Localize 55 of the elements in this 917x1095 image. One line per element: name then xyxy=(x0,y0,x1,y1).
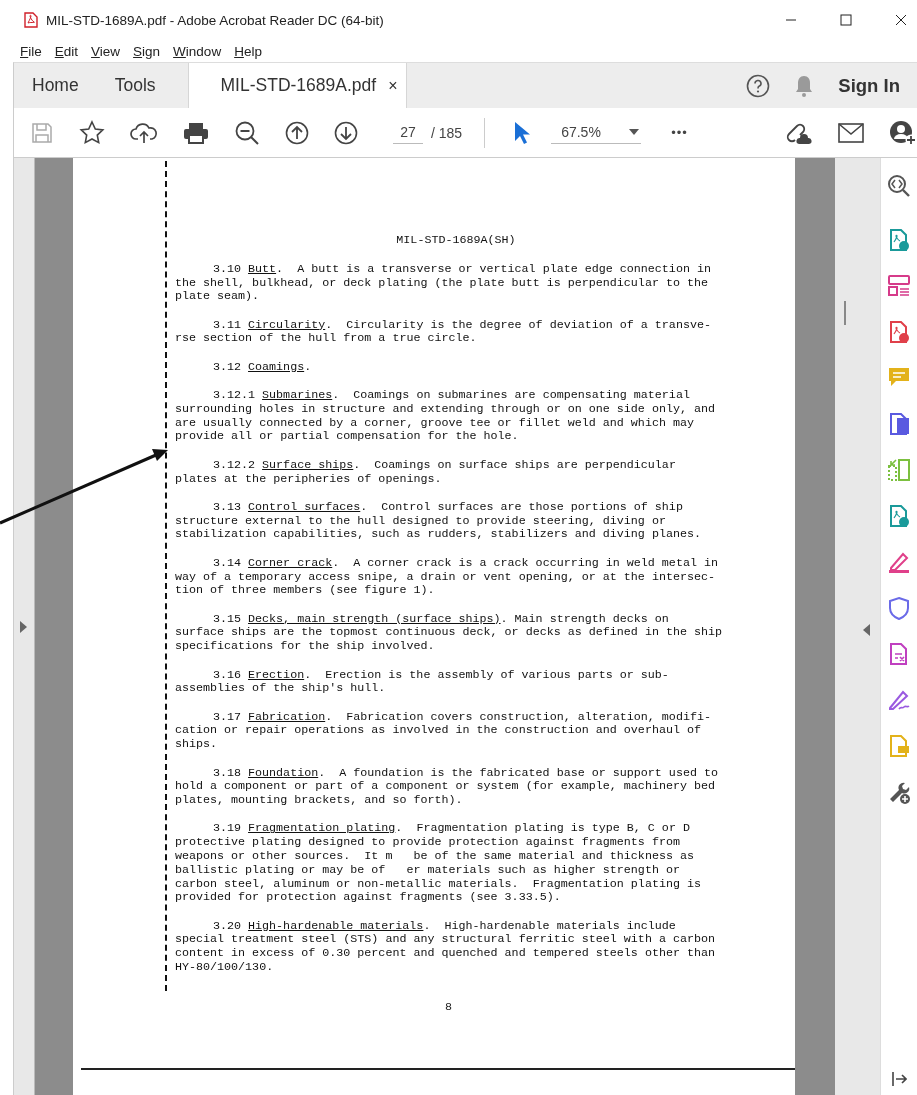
menu-item[interactable]: Sign xyxy=(133,43,161,59)
zoom-icon[interactable] xyxy=(887,174,911,198)
tab[interactable]: Tools xyxy=(96,63,174,108)
tab[interactable]: Home xyxy=(14,63,97,108)
maximize-icon[interactable] xyxy=(840,14,852,26)
page-number: 8 xyxy=(444,1000,452,1014)
menu-item[interactable]: File xyxy=(20,43,42,59)
signature-pen-icon[interactable] xyxy=(887,688,911,712)
paragraph: 3.11 Circularity. Circularity is the degree of deviation of a transve- rse section of the hull from a true circle. xyxy=(174,318,712,347)
collapse-arrow-icon[interactable] xyxy=(863,624,871,636)
paragraph: 3.10 Butt. A butt is a transverse or vertical plate edge connection in the shell, bulkhead, or deck plating (the plate butt is perpendicular to the plate seam). xyxy=(174,262,712,305)
paragraph: 3.18 Foundation. A foundation is the fabricated base or support used to hold a component or part of a component or system (for example, machinery bed plates, mounting brackets, and so forth). xyxy=(174,766,719,808)
tab[interactable]: MIL-STD-1689A.pdf × xyxy=(187,63,407,108)
more-button[interactable]: ••• xyxy=(671,125,688,140)
paragraph: 3.12.1 Submarines. Coamings on submarines are compensating material surrounding holes in structure and extending through or on one side only, and are usually connected by a corner, groove tee or fillet weld and which may provide all or partial compensation for the hole. xyxy=(174,389,717,445)
tab-close[interactable]: × xyxy=(388,76,398,95)
zoom-out-icon[interactable] xyxy=(234,119,260,146)
documents-icon[interactable] xyxy=(887,412,911,436)
shield-icon[interactable] xyxy=(887,596,911,620)
pen-icon[interactable] xyxy=(887,550,911,574)
paragraph: 3.13 Control surfaces. Control surfaces are those portions of ship structure external to the hull designed to provide steering, diving or stabilization capabilities, such as rudders, stabilizers and diving planes. xyxy=(174,500,702,543)
page-number-field[interactable]: 27 xyxy=(393,121,423,144)
paragraph: 3.15 Decks, main strength (surface ships). Main strength decks on surface ships are the topmost continuous deck, or decks as defined in the ship specifications for the ship involved. xyxy=(174,612,724,655)
pdf-file-icon xyxy=(24,12,38,28)
cursor-icon[interactable] xyxy=(513,120,532,145)
paragraph: 3.17 Fabrication. Fabrication covers construction, alteration, modifi- cation or repair operations as involved in the construction and overhaul of ships. xyxy=(174,710,712,752)
page-up-icon[interactable] xyxy=(285,120,309,145)
collapse-pane-icon[interactable] xyxy=(891,1071,907,1087)
star-icon[interactable] xyxy=(79,119,105,146)
paragraph: 3.12 Coamings. xyxy=(211,360,313,375)
menu-item[interactable]: Help xyxy=(234,43,262,59)
paragraph: 3.20 High-hardenable materials. High-hardenable materials include special treatment steel (STS) and any structural ferritic steel with a carbon content in excess of 0.30 percent and quenched and tempered steels other than HY-80/100/130. xyxy=(174,919,717,975)
page-down-icon[interactable] xyxy=(334,120,358,145)
close-icon[interactable] xyxy=(895,14,907,26)
menu-item[interactable]: Edit xyxy=(54,43,79,59)
paragraph: 3.19 Fragmentation plating. Fragmentation plating is type B, C or D protective plating designed to provide protection against fragments from weapons or other sources. It m be of the same material and thickness as ballistic plating or may be of er materials such as higher strength or carbon steel, aluminum or non-metallic materials. Fragmentation plating is provided for protection against fragments (see 3.33.5). xyxy=(174,822,702,906)
paragraph: 3.14 Corner crack. A corner crack is a crack occurring in weld metal in way of a temporary access snipe, a drain or vent opening, or at the intersec- tion of three members (see figure 1). xyxy=(174,556,719,599)
account-plus-icon[interactable] xyxy=(889,119,917,146)
paragraph: 3.12.2 Surface ships. Coamings on surface ships are perpendicular plates at the peripheries of openings. xyxy=(174,458,677,487)
caret-icon xyxy=(628,129,639,135)
page-count: / 185 xyxy=(431,124,463,141)
page-header: MIL-STD-1689A(SH) xyxy=(395,234,517,248)
scrollbar-thumb[interactable] xyxy=(844,301,847,325)
expand-left-panel-icon[interactable] xyxy=(20,620,28,633)
mail-icon[interactable] xyxy=(838,122,864,143)
zoom-field[interactable]: 67.5% xyxy=(551,121,642,144)
sign-in-link[interactable]: Sign In xyxy=(838,74,900,97)
cloud-upload-icon[interactable] xyxy=(130,120,158,145)
help-icon[interactable] xyxy=(746,73,771,98)
menu-item[interactable]: Window xyxy=(173,43,222,59)
paragraph: 3.16 Erection. Erection is the assembly of various parts or sub- assemblies of the ship's hull. xyxy=(174,668,670,697)
layout-icon[interactable] xyxy=(887,274,911,298)
print-icon[interactable] xyxy=(183,120,209,145)
window-title: MIL-STD-1689A.pdf - Adobe Acrobat Reader DC (64-bit) xyxy=(46,12,385,28)
menu-item[interactable]: View xyxy=(91,43,121,59)
